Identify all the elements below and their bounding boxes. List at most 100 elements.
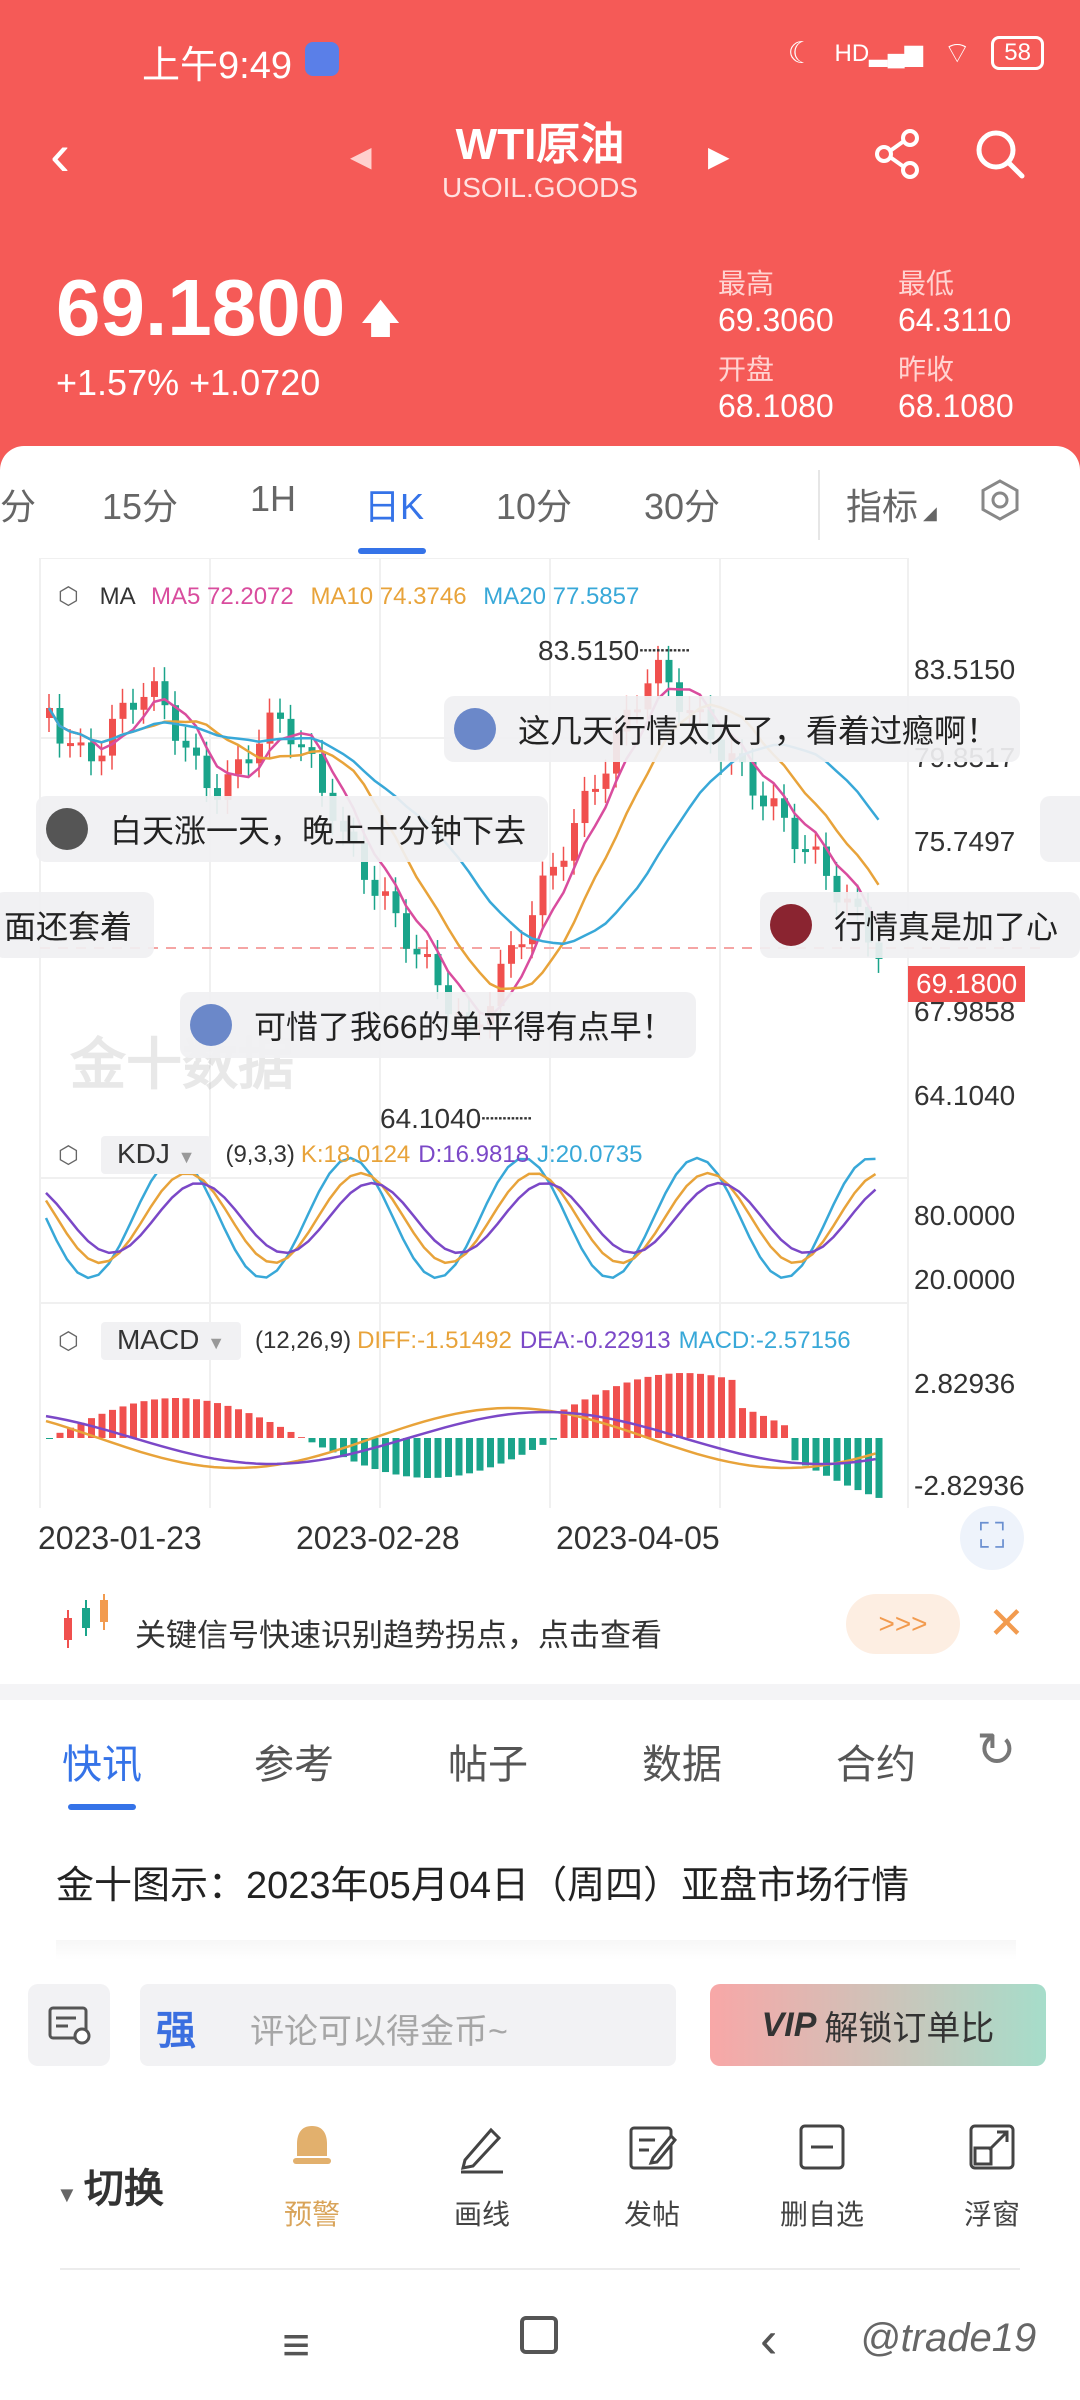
date-label: 2023-01-23 — [38, 1520, 202, 1556]
macd-bar — [487, 1438, 494, 1468]
candle-body — [581, 790, 589, 824]
candle-body — [235, 759, 242, 775]
vip-unlock-button[interactable]: VIP 解锁订单比 — [710, 1984, 1046, 2066]
tab-period-daily[interactable]: 日K — [364, 478, 424, 530]
candle-body — [413, 948, 421, 955]
news-fade — [56, 1940, 1016, 1960]
candle-body — [539, 875, 547, 916]
home-icon[interactable] — [520, 2316, 558, 2354]
menu-icon[interactable]: ≡ — [282, 2318, 310, 2373]
candle-body — [812, 846, 820, 850]
macd-bar — [697, 1373, 704, 1438]
high-marker: 83.5150┈┈┈ — [538, 635, 690, 666]
macd-bar — [508, 1438, 515, 1460]
macd-settings-icon[interactable]: ⬡ — [58, 1327, 79, 1356]
macd-bar — [182, 1398, 190, 1438]
macd-bar — [550, 1438, 557, 1440]
candle-body — [182, 740, 190, 748]
tab-posts[interactable]: 帖子 — [448, 1732, 528, 1790]
ma-settings-icon[interactable]: ⬡ — [58, 583, 79, 610]
share-icon[interactable] — [870, 126, 926, 182]
news-headline[interactable]: 金十图示：2023年05月04日（周四）亚盘市场行情 — [56, 1854, 909, 1909]
macd-bar — [298, 1437, 305, 1438]
switch-toggle[interactable]: ▼ 切换 — [56, 2156, 164, 2214]
macd-bar — [602, 1390, 610, 1438]
vip-icon: VIP — [761, 2005, 817, 2044]
battery-icon: 58 — [991, 36, 1044, 70]
danmaku-comment[interactable]: 这几天行情太大了，看着过瘾啊！ — [444, 696, 1021, 762]
stat-label: 最高 — [718, 268, 775, 299]
macd-bar — [277, 1426, 284, 1438]
note-settings-icon[interactable] — [28, 1984, 110, 2066]
macd-bar — [665, 1373, 673, 1438]
settings-icon[interactable] — [978, 478, 1022, 522]
danmaku-comment[interactable]: 白天涨一天，晚上十分钟下去 — [36, 796, 549, 862]
candle-body — [508, 945, 515, 964]
macd-bar — [875, 1438, 883, 1498]
kdj-settings-icon[interactable]: ⬡ — [58, 1141, 79, 1170]
indicator-dropdown[interactable]: 指标 ◢ — [846, 478, 937, 530]
macd-bar — [256, 1417, 263, 1438]
danmaku-comment[interactable]: 行情真是加了心 — [760, 892, 1080, 958]
candle-body — [571, 823, 578, 861]
tab-period-10min[interactable]: 10分 — [496, 478, 572, 530]
banner-text: 关键信号快速识别趋势拐点，点击查看 — [135, 1618, 662, 1653]
post-button[interactable]: 发帖 — [592, 2120, 712, 2233]
macd-bar — [518, 1438, 526, 1455]
macd-bar — [676, 1373, 683, 1438]
danmaku-partial — [1040, 796, 1080, 862]
tab-period-15min[interactable]: 15分 — [102, 478, 178, 530]
tab-period-1h[interactable]: 1H — [250, 478, 296, 520]
tab-active-underline — [68, 1804, 136, 1810]
bell-icon — [293, 2126, 331, 2164]
back-nav-icon[interactable]: ‹ — [760, 2310, 777, 2370]
search-icon[interactable] — [972, 126, 1028, 182]
candle-body — [98, 755, 106, 762]
float-window-button[interactable]: 浮窗 — [932, 2120, 1052, 2233]
tab-contracts[interactable]: 合约 — [836, 1732, 916, 1790]
tab-data[interactable]: 数据 — [642, 1732, 722, 1790]
draw-line-button[interactable]: 画线 — [422, 2120, 542, 2233]
close-icon[interactable]: ✕ — [988, 1598, 1025, 1649]
refresh-icon[interactable]: ↻ — [976, 1722, 1016, 1778]
candle-body — [203, 755, 211, 789]
kdj-params: (9,3,3) — [225, 1141, 295, 1168]
current-price-tag: 69.1800 — [908, 966, 1026, 1002]
comment-input[interactable]: 强 评论可以得金币~ — [140, 1984, 676, 2066]
tab-news-flash[interactable]: 快讯 — [62, 1732, 142, 1790]
macd-bar — [466, 1438, 473, 1474]
next-symbol-icon[interactable]: ▶ — [708, 140, 730, 173]
stat-value: 69.3060 — [718, 302, 834, 338]
kdj-k-value: K:18.0124 — [300, 1141, 411, 1168]
macd-selector[interactable]: MACD ▼ — [100, 1322, 242, 1360]
ma5-value: MA5 72.2072 — [150, 583, 294, 610]
kdj-selector[interactable]: KDJ ▼ — [100, 1136, 212, 1174]
danmaku-comment[interactable]: 面还套着 — [0, 892, 155, 958]
tab-period-min[interactable]: 分 — [0, 478, 36, 530]
macd-bar — [172, 1398, 179, 1438]
macd-bar — [371, 1438, 379, 1470]
candle-body — [119, 702, 127, 719]
remove-watchlist-button[interactable]: 删自选 — [762, 2120, 882, 2233]
signal-icon: HD▂▄▆ — [834, 39, 924, 67]
alert-button[interactable]: 预警 — [252, 2120, 372, 2233]
price-axis-label: 75.7497 — [914, 826, 1016, 857]
minus-box-icon — [799, 2124, 845, 2170]
tab-reference[interactable]: 参考 — [254, 1732, 334, 1790]
macd-bar — [319, 1438, 326, 1448]
avatar — [454, 708, 496, 750]
macd-params: (12,26,9) — [255, 1327, 352, 1354]
candle-body — [550, 866, 557, 876]
stat-label: 最低 — [898, 268, 955, 299]
banner-more-button[interactable]: >>> — [846, 1594, 960, 1654]
stat-label: 开盘 — [718, 354, 775, 385]
danmaku-comment[interactable]: 可惜了我66的单平得有点早！ — [180, 992, 696, 1058]
candle-body — [392, 891, 400, 914]
candle-body — [382, 891, 389, 896]
tab-period-30min[interactable]: 30分 — [644, 478, 720, 530]
macd-bar — [424, 1438, 431, 1478]
macd-bar — [707, 1375, 715, 1438]
macd-bar — [833, 1438, 841, 1481]
fullscreen-icon[interactable]: ⛶ — [960, 1506, 1024, 1570]
tab-active-underline — [358, 548, 426, 554]
